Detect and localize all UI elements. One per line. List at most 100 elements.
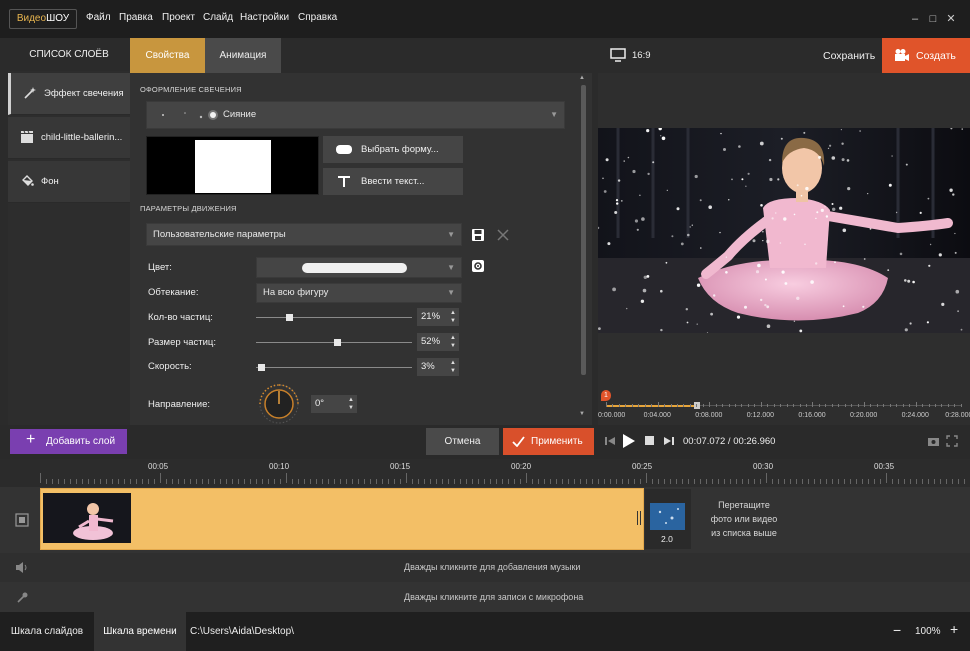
particle-size-stepper[interactable]: 52% ▲ ▼	[417, 333, 459, 351]
glow-particle	[741, 178, 744, 181]
microphone-track[interactable]: Дважды кликните для записи с микрофона	[0, 583, 970, 612]
fullscreen-icon[interactable]	[946, 435, 958, 447]
glow-particle	[818, 155, 822, 159]
menu-file[interactable]: Файл	[86, 12, 111, 23]
ruler-tick	[538, 479, 539, 484]
save-preset-icon[interactable]	[471, 228, 485, 242]
app-logo: ВидеоШОУ	[9, 9, 77, 29]
scroll-up-icon[interactable]: ▲	[579, 75, 585, 81]
stepper-arrows-icon[interactable]: ▲ ▼	[450, 334, 456, 350]
particle-count-slider[interactable]	[256, 317, 412, 318]
scrubber-tick	[618, 404, 620, 407]
glow-particle	[766, 324, 771, 328]
particle-count-thumb[interactable]	[285, 314, 293, 321]
stepper-arrows-icon[interactable]: ▲ ▼	[348, 396, 354, 412]
scroll-down-icon[interactable]: ▼	[579, 411, 585, 417]
stepper-arrows-icon[interactable]: ▲ ▼	[450, 359, 456, 375]
glow-particle	[815, 217, 817, 220]
speed-slider[interactable]	[256, 367, 412, 368]
layer-item-video[interactable]: child-little-ballerin...	[8, 117, 130, 159]
tab-animation[interactable]: Анимация	[205, 38, 281, 73]
delete-preset-icon[interactable]	[497, 229, 509, 241]
close-button[interactable]: ✕	[944, 12, 958, 26]
timeline-ruler[interactable]: 00:05 00:10 00:15 00:20 00:25 00:30 00:35	[40, 459, 970, 487]
minimize-button[interactable]: –	[908, 12, 922, 26]
scrubber-tick	[960, 404, 962, 407]
particle-count-stepper[interactable]: 21% ▲ ▼	[417, 308, 459, 326]
scrubber-tick	[896, 404, 898, 407]
ruler-tick	[724, 479, 725, 484]
menu-slide[interactable]: Слайд	[203, 12, 233, 23]
glow-type-select[interactable]: Сияние ▼	[146, 101, 565, 129]
ruler-tick	[514, 479, 515, 484]
speed-thumb[interactable]	[257, 364, 265, 371]
text-icon	[338, 176, 350, 187]
ruler-tick	[694, 479, 695, 484]
scrubber-tick	[644, 404, 646, 407]
glow-particle	[929, 243, 932, 246]
snapshot-icon[interactable]	[927, 435, 940, 447]
ruler-label: 00:30	[753, 462, 774, 471]
zoom-out-button[interactable]: −	[893, 622, 901, 638]
ruler-tick	[826, 479, 827, 484]
menu-edit[interactable]: Правка	[119, 12, 153, 23]
gear-icon[interactable]	[471, 259, 485, 273]
flow-select[interactable]: На всю фигуру ▼	[256, 283, 462, 303]
glow-particle	[834, 261, 836, 264]
glow-particle	[847, 187, 851, 191]
clip-thumbnail	[43, 493, 131, 543]
scrubber-timecode: 0:00.000	[598, 412, 626, 419]
maximize-button[interactable]: □	[926, 12, 940, 26]
ruler-tick	[652, 479, 653, 484]
particle-count-value: 21%	[421, 311, 441, 322]
aspect-ratio[interactable]: 16:9	[632, 50, 651, 61]
clip-trim-handle[interactable]	[637, 511, 641, 525]
menu-settings[interactable]: Настройки	[240, 12, 289, 23]
glow-particle	[842, 305, 845, 308]
tab-slides[interactable]: Шкала слайдов	[0, 612, 94, 651]
music-track[interactable]: Дважды кликните для добавления музыки	[0, 553, 970, 582]
skip-forward-icon[interactable]	[663, 435, 675, 447]
layer-item-glow[interactable]: Эффект свечения	[8, 73, 130, 115]
transition-slot[interactable]: 2.0	[645, 489, 691, 549]
skip-back-icon[interactable]	[604, 435, 616, 447]
ruler-tick	[850, 479, 851, 484]
motion-preset-select[interactable]: Пользовательские параметры ▼	[146, 223, 462, 246]
scrubber-tick	[838, 404, 840, 407]
save-button[interactable]: Сохранить	[823, 50, 875, 62]
properties-scrollbar[interactable]	[581, 85, 586, 375]
glow-particle	[926, 321, 929, 324]
add-layer-button[interactable]: + Добавить слой	[10, 429, 127, 454]
stop-icon[interactable]	[645, 436, 655, 446]
preview-scrubber[interactable]: 1 0:00.000 0:04.000 0:08.000 0:12.000 0:16.0…	[598, 385, 970, 425]
zoom-in-button[interactable]: +	[950, 621, 958, 637]
layer-item-background[interactable]: Фон	[8, 161, 130, 203]
ruler-tick	[598, 479, 599, 484]
apply-button[interactable]: Применить	[503, 428, 594, 455]
video-clip[interactable]	[40, 488, 644, 550]
ruler-tick	[418, 479, 419, 484]
ruler-tick	[460, 479, 461, 484]
enter-text-button[interactable]: Ввести текст...	[323, 168, 463, 195]
glow-particle	[736, 315, 741, 319]
cancel-button[interactable]: Отмена	[426, 428, 499, 455]
stepper-arrows-icon[interactable]: ▲ ▼	[450, 309, 456, 325]
direction-dial[interactable]	[258, 383, 300, 425]
speed-stepper[interactable]: 3% ▲ ▼	[417, 358, 459, 376]
ruler-label: 00:15	[390, 462, 411, 471]
monitor-icon[interactable]	[610, 48, 626, 62]
create-button[interactable]: Создать	[882, 38, 970, 73]
tab-timeline[interactable]: Шкала времени	[94, 612, 186, 651]
glow-particle	[607, 242, 611, 246]
direction-stepper[interactable]: 0° ▲ ▼	[311, 395, 357, 413]
ruler-tick	[400, 479, 401, 484]
color-select[interactable]: ▼	[256, 257, 462, 278]
particle-size-thumb[interactable]	[334, 339, 342, 346]
play-icon[interactable]	[622, 433, 636, 449]
glow-particle	[938, 253, 942, 257]
tab-properties[interactable]: Свойства	[130, 38, 205, 79]
scrubber-tick	[735, 404, 736, 407]
menu-project[interactable]: Проект	[162, 12, 195, 23]
choose-shape-button[interactable]: Выбрать форму...	[323, 136, 463, 163]
menu-help[interactable]: Справка	[298, 12, 337, 23]
